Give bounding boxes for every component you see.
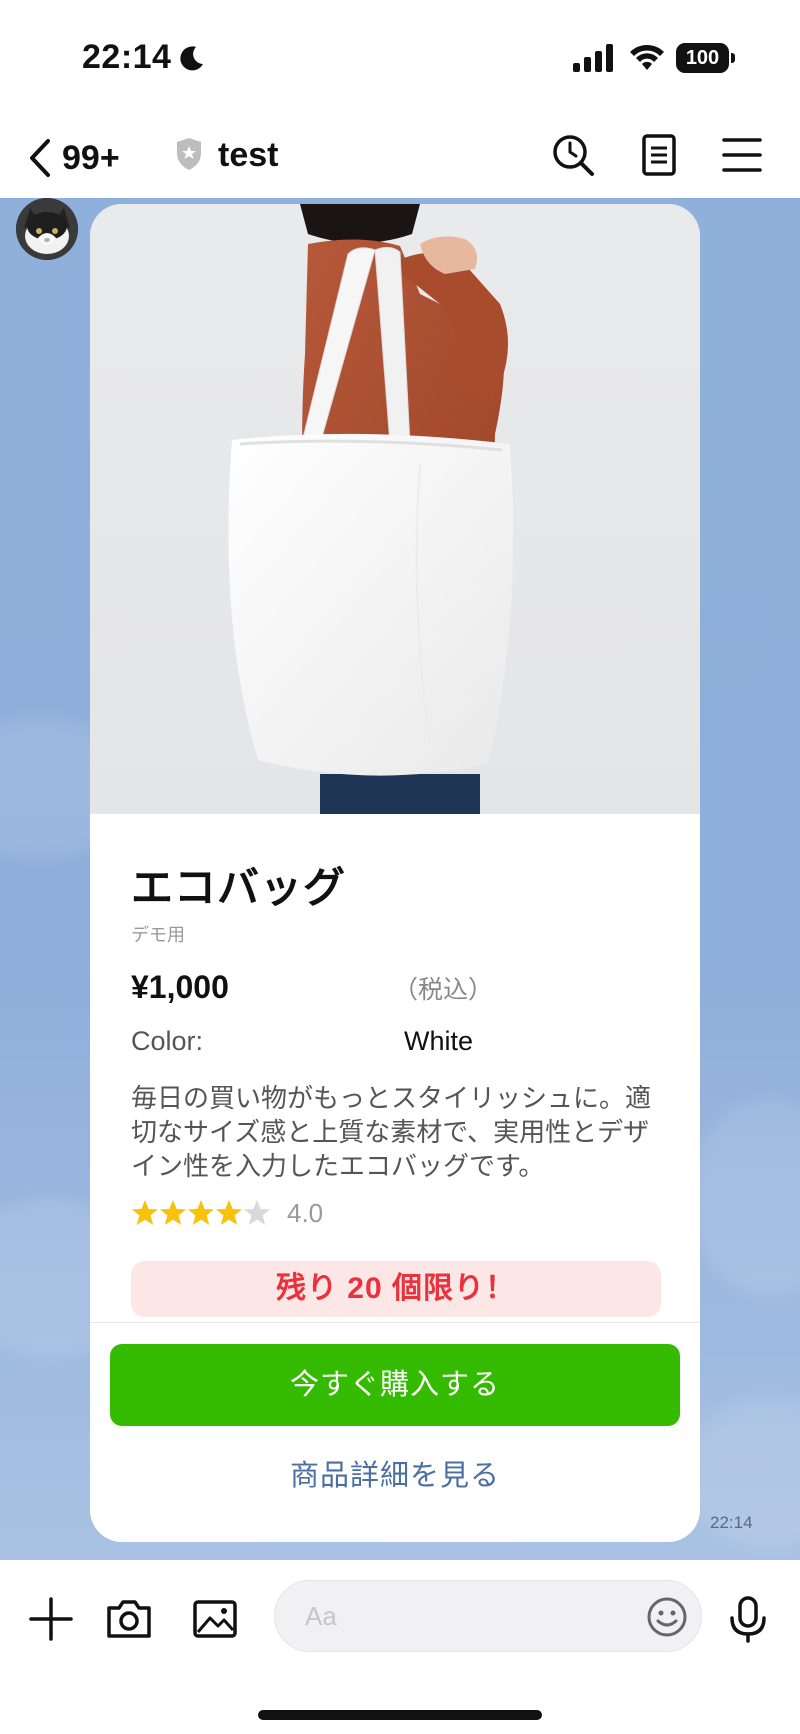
buy-now-button[interactable]: 今すぐ購入する [110, 1344, 680, 1426]
stock-notice: 残り 20 個限り！ [131, 1261, 661, 1317]
signal-icon [573, 44, 613, 72]
mic-icon[interactable] [724, 1594, 772, 1644]
product-info: エコバッグ デモ用 ¥1,000 （税込） Color: White 毎日の買い… [131, 854, 661, 1317]
unread-count: 99+ [62, 138, 120, 177]
menu-icon[interactable] [720, 132, 766, 178]
product-subtitle: デモ用 [131, 925, 185, 945]
tote-bag-photo [228, 204, 514, 814]
rating: 4.0 [131, 1193, 661, 1233]
chat-title: test [218, 136, 279, 174]
input-bar [0, 1560, 800, 1734]
plus-icon[interactable] [26, 1594, 76, 1644]
rating-value: 4.0 [287, 1197, 324, 1228]
message-input-field[interactable] [274, 1580, 702, 1652]
camera-icon[interactable] [104, 1594, 154, 1644]
product-description: 毎日の買い物がもっとスタイリッシュに。適切なサイズ感と上質な素材で、実用性とデザ… [131, 1083, 652, 1181]
star-icon [216, 1200, 242, 1225]
search-icon[interactable] [550, 132, 596, 178]
star-icon [244, 1200, 270, 1225]
status-bar: 22:14 100 [0, 0, 800, 118]
product-card[interactable]: エコバッグ デモ用 ¥1,000 （税込） Color: White 毎日の買い… [90, 204, 700, 1542]
message-input[interactable] [305, 1595, 605, 1637]
moon-icon [180, 46, 203, 71]
battery-icon: 100 [676, 43, 735, 73]
product-image[interactable] [90, 204, 700, 814]
battery-level: 100 [676, 43, 729, 73]
product-details-link[interactable]: 商品詳細を見る [110, 1440, 680, 1512]
emoji-icon[interactable] [645, 1595, 689, 1639]
product-price: ¥1,000 [131, 969, 229, 1005]
star-icon [132, 1200, 158, 1225]
image-icon[interactable] [190, 1594, 240, 1644]
back-button[interactable]: 99+ [26, 134, 146, 182]
shield-icon [177, 138, 201, 170]
cat-avatar-image [16, 198, 78, 260]
chevron-left-icon [30, 139, 50, 177]
home-indicator [258, 1710, 542, 1720]
status-time: 22:14 [82, 38, 172, 76]
color-value: White [404, 1026, 474, 1056]
tax-note: （税込） [393, 976, 494, 1004]
color-label: Color: [131, 1026, 204, 1056]
wifi-icon [630, 44, 664, 70]
product-name: エコバッグ [131, 864, 347, 911]
star-icon [188, 1200, 214, 1225]
rating-stars [131, 1199, 271, 1227]
star-icon [160, 1200, 186, 1225]
chat-header: 99+ test [0, 118, 800, 198]
notes-icon[interactable] [636, 132, 682, 178]
message-time: 22:14 [710, 1513, 753, 1532]
divider [90, 1322, 700, 1323]
avatar[interactable] [16, 198, 78, 260]
